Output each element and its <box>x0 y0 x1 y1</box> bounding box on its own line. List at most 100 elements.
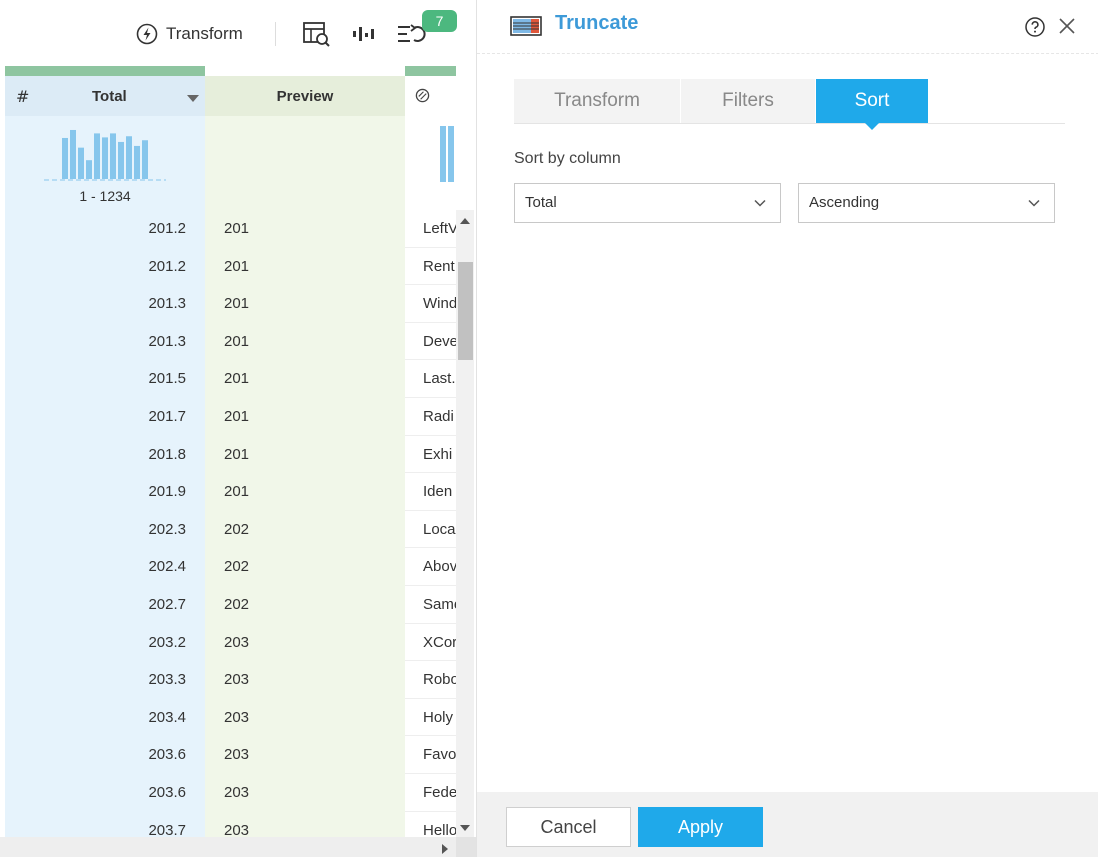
table-row[interactable]: 203.2 203 XCor <box>0 624 456 662</box>
table-row[interactable]: 201.3 201 Deve <box>0 323 456 361</box>
table-row[interactable]: 203.6 203 Favo <box>0 736 456 774</box>
transform-button[interactable]: Transform <box>136 22 243 46</box>
preview-column-header[interactable]: Preview <box>205 76 405 116</box>
table-row[interactable]: 201.7 201 Radi <box>0 398 456 436</box>
text-cell[interactable]: Loca <box>405 511 456 549</box>
table-row[interactable]: 202.3 202 Loca <box>0 511 456 549</box>
toolbar-divider <box>275 22 276 46</box>
text-cell[interactable]: Same <box>405 586 456 624</box>
preview-cell[interactable]: 203 <box>205 736 405 774</box>
tab-filters[interactable]: Filters <box>681 79 815 123</box>
total-cell[interactable]: 203.3 <box>5 661 205 699</box>
table-row[interactable]: 201.2 201 LeftV <box>0 210 456 248</box>
sort-column-select[interactable]: Total <box>514 183 781 223</box>
text-cell[interactable]: Holy <box>405 699 456 737</box>
tab-transform[interactable]: Transform <box>514 79 680 123</box>
preview-cell[interactable]: 201 <box>205 436 405 474</box>
scrollbar-thumb[interactable] <box>458 262 473 360</box>
histogram-bar <box>118 141 124 179</box>
total-cell[interactable]: 201.8 <box>5 436 205 474</box>
text-cell[interactable]: Iden <box>405 473 456 511</box>
total-cell[interactable]: 203.2 <box>5 624 205 662</box>
text-cell[interactable]: Exhi <box>405 436 456 474</box>
cancel-button[interactable]: Cancel <box>506 807 631 847</box>
total-cell[interactable]: 202.7 <box>5 586 205 624</box>
preview-cell[interactable]: 201 <box>205 210 405 248</box>
transform-button-label: Transform <box>166 24 243 43</box>
vertical-scrollbar[interactable] <box>456 210 474 837</box>
total-cell[interactable]: 201.5 <box>5 360 205 398</box>
text-cell[interactable]: Robo <box>405 661 456 699</box>
text-cell[interactable]: Favo <box>405 736 456 774</box>
panel-title: Truncate <box>555 12 639 34</box>
sort-column-value: Total <box>525 194 557 211</box>
text-cell[interactable]: Radi <box>405 398 456 436</box>
table-row[interactable]: 202.4 202 Abov <box>0 548 456 586</box>
tab-sort[interactable]: Sort <box>816 79 928 130</box>
close-icon[interactable] <box>1058 17 1076 35</box>
table-row[interactable]: 203.4 203 Holy <box>0 699 456 737</box>
text-column-histogram <box>440 126 454 182</box>
preview-cell[interactable]: 202 <box>205 548 405 586</box>
hash-icon: # <box>16 87 30 106</box>
truncate-icon <box>510 16 542 36</box>
total-cell[interactable]: 203.6 <box>5 774 205 812</box>
total-cell[interactable]: 202.4 <box>5 548 205 586</box>
table-row[interactable]: 201.9 201 Iden <box>0 473 456 511</box>
text-cell[interactable]: Rent <box>405 248 456 286</box>
preview-cell[interactable]: 203 <box>205 661 405 699</box>
total-range-label: 1 - 1234 <box>79 188 131 204</box>
table-row[interactable]: 201.2 201 Rent <box>0 248 456 286</box>
text-cell[interactable]: Last. <box>405 360 456 398</box>
preview-cell[interactable]: 201 <box>205 323 405 361</box>
preview-cell[interactable]: 201 <box>205 248 405 286</box>
total-cell[interactable]: 201.9 <box>5 473 205 511</box>
text-cell[interactable]: Deve <box>405 323 456 361</box>
preview-cell[interactable]: 201 <box>205 473 405 511</box>
table-search-icon[interactable] <box>302 20 332 48</box>
total-cell[interactable]: 201.2 <box>5 210 205 248</box>
total-cell[interactable]: 201.3 <box>5 285 205 323</box>
column-summary-row: 1 - 1234 <box>0 116 476 211</box>
text-cell[interactable]: Abov <box>405 548 456 586</box>
preview-cell[interactable]: 201 <box>205 398 405 436</box>
preview-cell[interactable]: 201 <box>205 285 405 323</box>
total-cell[interactable]: 203.4 <box>5 699 205 737</box>
table-row[interactable]: 201.5 201 Last. <box>0 360 456 398</box>
sort-dropdown-icon[interactable] <box>187 95 199 102</box>
table-row[interactable]: 201.3 201 Wind <box>0 285 456 323</box>
scroll-up-arrow-icon[interactable] <box>460 218 470 224</box>
column-stats-icon[interactable] <box>350 20 380 48</box>
text-column-header[interactable] <box>405 76 456 116</box>
preview-cell[interactable]: 203 <box>205 774 405 812</box>
table-row[interactable]: 202.7202Same <box>0 586 456 624</box>
text-cell[interactable]: Fede <box>405 774 456 812</box>
truncate-panel: Truncate Transform Filters Sort Sort by … <box>476 0 1098 857</box>
total-column-header[interactable]: # Total <box>5 76 205 116</box>
table-row[interactable]: 201.8 201 Exhi <box>0 436 456 474</box>
help-icon[interactable] <box>1025 17 1045 37</box>
sort-order-select[interactable]: Ascending <box>798 183 1055 223</box>
total-cell[interactable]: 203.6 <box>5 736 205 774</box>
preview-cell[interactable]: 203 <box>205 699 405 737</box>
preview-cell[interactable]: 203 <box>205 624 405 662</box>
text-cell[interactable]: XCor <box>405 624 456 662</box>
scroll-down-arrow-icon[interactable] <box>460 825 470 831</box>
total-cell[interactable]: 202.3 <box>5 511 205 549</box>
table-row[interactable]: 203.3 203 Robo <box>0 661 456 699</box>
preview-cell[interactable]: 202 <box>205 586 405 624</box>
lightning-icon <box>136 23 158 45</box>
total-cell[interactable]: 201.2 <box>5 248 205 286</box>
apply-button[interactable]: Apply <box>638 807 763 847</box>
total-cell[interactable]: 201.7 <box>5 398 205 436</box>
text-cell[interactable]: Wind <box>405 285 456 323</box>
scroll-right-arrow-icon[interactable] <box>442 844 448 854</box>
horizontal-scrollbar[interactable] <box>0 837 456 857</box>
total-histogram <box>44 129 166 181</box>
preview-cell[interactable]: 201 <box>205 360 405 398</box>
total-cell[interactable]: 201.3 <box>5 323 205 361</box>
preview-cell[interactable]: 202 <box>205 511 405 549</box>
table-row[interactable]: 203.6 203 Fede <box>0 774 456 812</box>
histogram-bar <box>78 147 84 179</box>
text-cell[interactable]: LeftV <box>405 210 456 248</box>
